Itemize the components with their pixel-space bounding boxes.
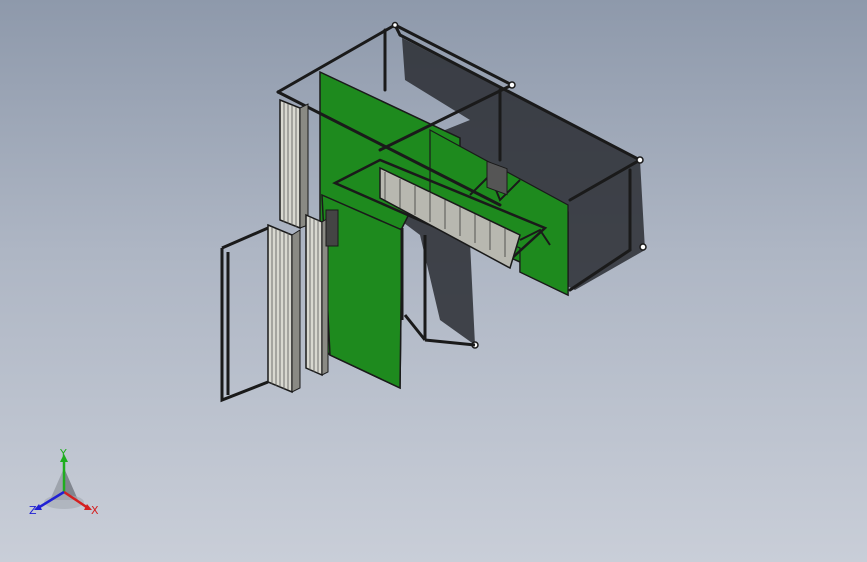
slat-column-left (267, 223, 301, 394)
model-view[interactable] (0, 0, 867, 562)
axis-label-z: Z (29, 504, 37, 517)
left-door-frame (220, 226, 269, 403)
axis-label-x: X (91, 504, 99, 517)
graphics-viewport[interactable]: Y X Z (0, 0, 867, 562)
slat-column-back (279, 98, 309, 230)
control-box (325, 209, 339, 247)
slat-column-middle (305, 213, 329, 377)
axis-label-y: Y (60, 447, 67, 460)
